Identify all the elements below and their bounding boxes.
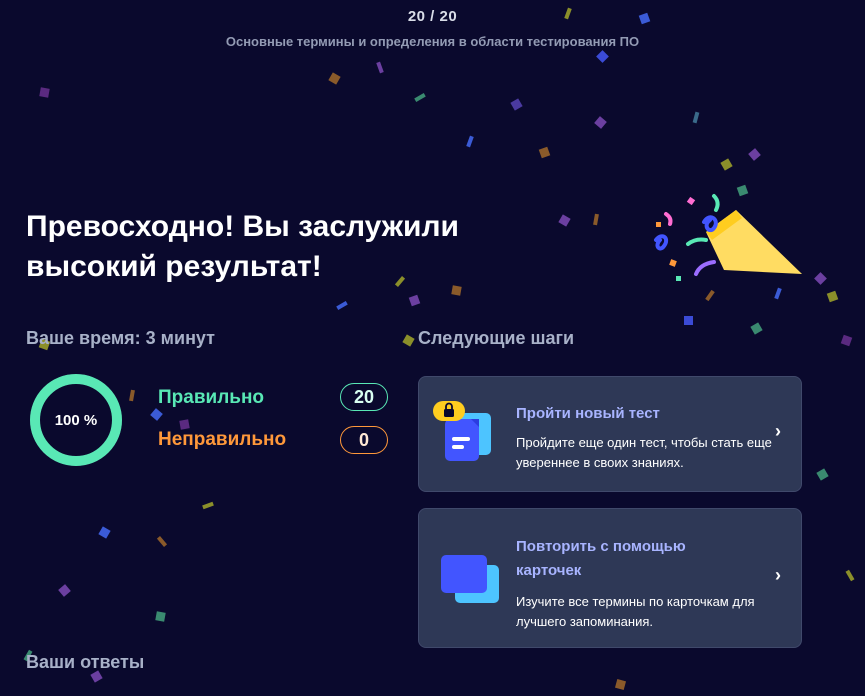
confetti-piece	[845, 569, 855, 582]
quiz-header: 20 / 20 Основные термины и определения в…	[0, 8, 865, 49]
flashcards-description: Изучите все термины по карточкам для луч…	[516, 594, 755, 629]
flashcards-card[interactable]: Повторить с помощью карточек Изучите все…	[418, 508, 802, 648]
confetti-piece	[614, 678, 627, 691]
incorrect-count-badge: 0	[340, 426, 388, 454]
correct-count-badge: 20	[340, 383, 388, 411]
confetti-piece	[816, 468, 829, 481]
set-title: Основные термины и определения в области…	[225, 34, 640, 49]
confetti-piece	[750, 322, 763, 335]
confetti-piece	[155, 611, 166, 622]
confetti-piece	[39, 87, 50, 98]
confetti-piece	[466, 135, 474, 148]
flashcards-title: Повторить с помощью карточек	[516, 538, 686, 579]
confetti-piece	[328, 72, 341, 85]
confetti-piece	[202, 501, 214, 510]
confetti-piece	[402, 334, 415, 347]
confetti-piece	[720, 158, 733, 171]
confetti-piece	[510, 98, 523, 111]
new-test-title: Пройти новый тест	[516, 405, 660, 422]
progress-counter: 20 / 20	[407, 8, 458, 25]
confetti-piece	[376, 61, 384, 74]
correct-label: Правильно	[158, 387, 265, 408]
confetti-piece	[684, 316, 693, 325]
confetti-piece	[692, 111, 700, 124]
confetti-piece	[129, 389, 135, 402]
confetti-piece	[826, 290, 839, 303]
chevron-right-icon: ›	[775, 421, 781, 441]
new-test-card[interactable]: Пройти новый тест Пройдите еще один тест…	[418, 376, 802, 492]
confetti-piece	[414, 93, 426, 102]
your-answers-heading: Ваши ответы	[26, 652, 145, 672]
confetti-piece	[336, 301, 348, 310]
confetti-piece	[593, 213, 599, 226]
confetti-piece	[98, 526, 111, 539]
elapsed-time: Ваше время: 3 минут	[26, 328, 215, 348]
confetti-piece	[58, 584, 71, 597]
chevron-right-icon: ›	[775, 565, 781, 585]
new-test-icon	[433, 401, 491, 461]
flashcards-icon	[441, 555, 499, 603]
confetti-piece	[814, 272, 827, 285]
incorrect-label: Неправильно	[158, 429, 287, 450]
confetti-piece	[558, 214, 571, 227]
confetti-piece	[150, 408, 163, 421]
confetti-piece	[156, 536, 168, 547]
result-headline: Превосходно! Вы заслужили высокий резуль…	[26, 210, 459, 283]
party-popper-icon	[654, 194, 802, 281]
confetti-piece	[596, 50, 609, 63]
confetti-piece	[538, 146, 551, 159]
confetti-piece	[748, 148, 761, 161]
confetti-piece	[408, 294, 421, 307]
score-percent: 100 %	[54, 411, 98, 429]
score-ring: 100 %	[28, 372, 124, 468]
new-test-description: Пройдите еще один тест, чтобы стать еще …	[516, 435, 772, 470]
confetti-piece	[594, 116, 607, 129]
confetti-piece	[840, 334, 853, 347]
next-steps-heading: Следующие шаги	[418, 328, 575, 348]
